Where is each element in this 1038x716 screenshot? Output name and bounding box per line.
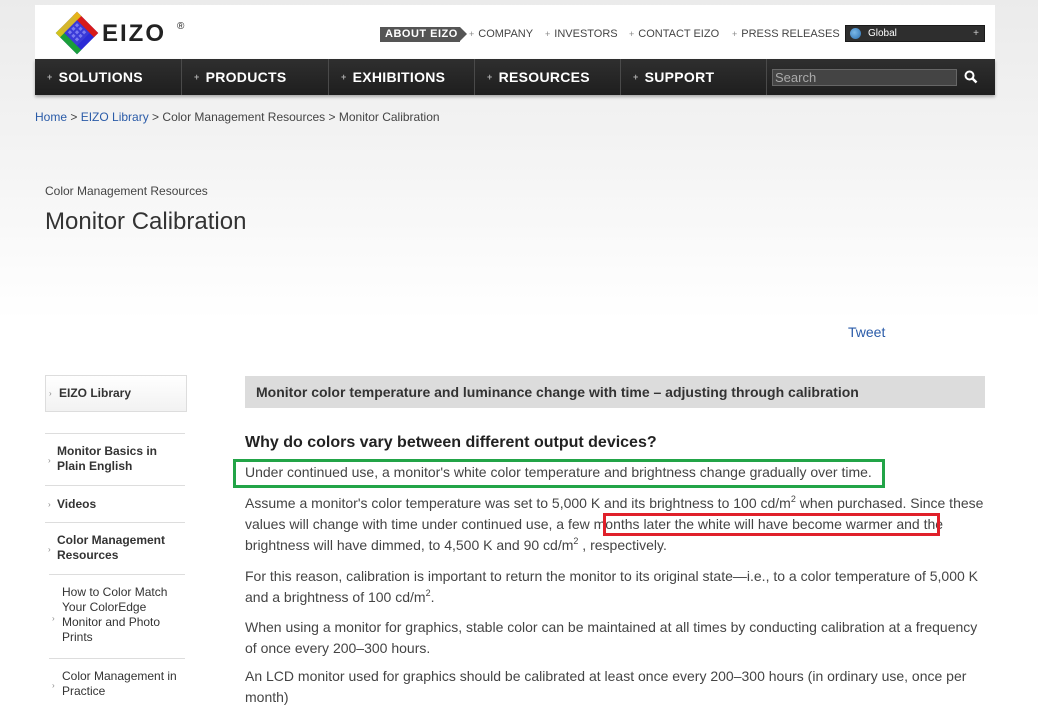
search-icon[interactable] <box>963 68 979 86</box>
brand-name: EIZO <box>102 20 167 47</box>
nav-exhibitions[interactable]: + EXHIBITIONS <box>329 59 475 95</box>
plus-icon: + <box>545 29 551 39</box>
registered-mark: ® <box>177 21 185 32</box>
sidebar-subitem-color-practice[interactable]: › Color Management in Practice <box>49 658 185 710</box>
page-title: Monitor Calibration <box>45 208 247 235</box>
plus-icon: + <box>633 72 639 82</box>
plus-icon: + <box>47 72 53 82</box>
red-annotation-box <box>603 513 940 536</box>
breadcrumb-home[interactable]: Home <box>35 110 67 124</box>
nav-solutions[interactable]: + SOLUTIONS <box>35 59 182 95</box>
plus-icon: + <box>732 29 738 39</box>
nav-support[interactable]: + SUPPORT <box>621 59 767 95</box>
paragraph-3: For this reason, calibration is importan… <box>245 568 979 605</box>
breadcrumb-section[interactable]: Color Management Resources <box>162 110 325 124</box>
breadcrumb-separator: > <box>148 110 163 124</box>
topnav-contact[interactable]: + CONTACT EIZO <box>629 28 719 40</box>
chevron-right-icon: › <box>48 545 51 554</box>
paragraph-4: When using a monitor for graphics, stabl… <box>245 619 978 656</box>
expand-icon: + <box>973 28 979 39</box>
chevron-right-icon: › <box>48 500 51 509</box>
chevron-right-icon: › <box>52 614 55 623</box>
main-navigation: + SOLUTIONS + PRODUCTS + EXHIBITIONS + RESOU… <box>35 59 995 95</box>
section-label: Color Management Resources <box>45 184 208 198</box>
content-title-bar: Monitor color temperature and luminance … <box>245 376 985 408</box>
sidebar-item-monitor-basics[interactable]: › Monitor Basics in Plain English <box>45 433 185 485</box>
plus-icon: + <box>194 72 200 82</box>
plus-icon: + <box>341 72 347 82</box>
breadcrumb-separator: > <box>67 110 81 124</box>
nav-products[interactable]: + PRODUCTS <box>182 59 329 95</box>
sidebar-item-eizo-library[interactable]: › EIZO Library <box>45 375 187 412</box>
region-selector[interactable]: Global + <box>845 25 985 42</box>
search-input[interactable]: Search <box>772 69 957 86</box>
eizo-logo[interactable]: EIZO ® <box>55 11 184 55</box>
breadcrumb-library[interactable]: EIZO Library <box>81 110 149 124</box>
breadcrumb-separator: > <box>325 110 339 124</box>
globe-icon <box>850 28 861 39</box>
nav-resources[interactable]: + RESOURCES <box>475 59 621 95</box>
paragraph-5: An LCD monitor used for graphics should … <box>245 668 967 705</box>
plus-icon: + <box>469 29 475 39</box>
region-label: Global <box>868 28 897 39</box>
site-header: EIZO ® ABOUT EIZO + COMPANY + INVESTORS + C… <box>35 5 995 59</box>
topnav-company[interactable]: + COMPANY <box>469 28 533 40</box>
sidebar-subitem-color-match[interactable]: › How to Color Match Your ColorEdge Monit… <box>49 574 185 658</box>
green-annotation-box <box>233 459 885 488</box>
plus-icon: + <box>629 29 635 39</box>
chevron-right-icon: › <box>49 389 52 398</box>
topnav-press-releases[interactable]: + PRESS RELEASES <box>732 28 840 40</box>
topnav-investors[interactable]: + INVESTORS <box>545 28 618 40</box>
breadcrumb-current: Monitor Calibration <box>338 110 440 124</box>
about-eizo-link[interactable]: ABOUT EIZO <box>380 27 467 42</box>
eizo-logo-icon <box>55 11 99 55</box>
sidebar-item-color-management[interactable]: › Color Management Resources <box>45 522 185 574</box>
plus-icon: + <box>487 72 493 82</box>
chevron-right-icon: › <box>52 681 55 690</box>
sidebar-item-videos[interactable]: › Videos <box>45 485 185 522</box>
tweet-button[interactable]: Tweet <box>848 324 885 340</box>
section-heading: Why do colors vary between different out… <box>245 434 657 451</box>
breadcrumb: Home > EIZO Library > Color Management R… <box>35 110 440 124</box>
chevron-right-icon: › <box>48 456 51 465</box>
